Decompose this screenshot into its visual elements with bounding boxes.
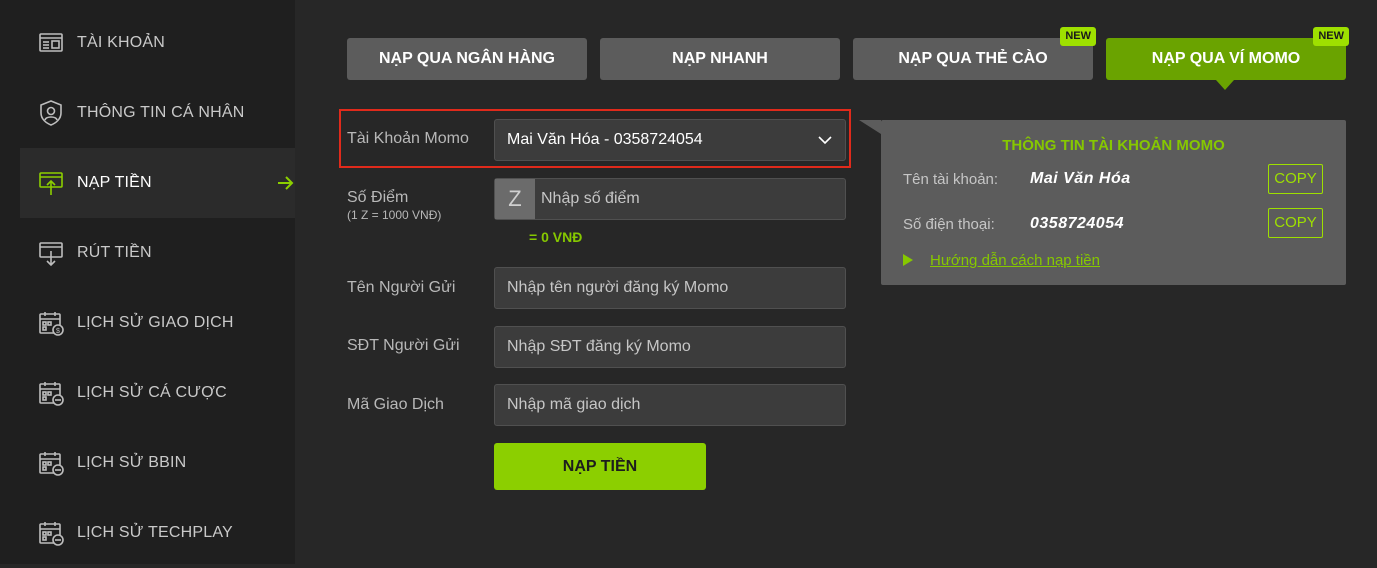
points-label: Số Điểm	[347, 189, 409, 206]
sidebar-item-transaction-history[interactable]: $ LỊCH SỬ GIAO DỊCH	[20, 288, 295, 358]
new-badge: NEW	[1313, 27, 1349, 46]
momo-account-value: Mai Văn Hóa - 0358724054	[507, 131, 703, 148]
sidebar-item-account[interactable]: TÀI KHOẢN	[20, 8, 295, 78]
deposit-icon	[39, 172, 63, 195]
deposit-submit-button[interactable]: NẠP TIỀN	[494, 443, 706, 490]
transaction-code-input[interactable]	[495, 385, 845, 425]
sidebar-item-withdraw[interactable]: RÚT TIỀN	[20, 218, 295, 288]
momo-info-panel: THÔNG TIN TÀI KHOẢN MOMO Tên tài khoản: …	[881, 120, 1346, 285]
transaction-code-label: Mã Giao Dịch	[347, 396, 444, 413]
account-name-value: Mai Văn Hóa	[1030, 170, 1131, 187]
sender-phone-label: SĐT Người Gửi	[347, 337, 460, 354]
sidebar-item-techplay-history[interactable]: LỊCH SỬ TECHPLAY	[20, 498, 295, 568]
svg-text:$: $	[56, 328, 60, 335]
tab-label: NẠP NHANH	[672, 50, 768, 67]
sidebar-item-label: NẠP TIỀN	[77, 174, 152, 191]
info-title: THÔNG TIN TÀI KHOẢN MOMO	[1002, 137, 1225, 154]
tab-scratch-card[interactable]: NẠP QUA THẺ CÀO NEW	[853, 27, 1096, 80]
momo-account-select[interactable]: Mai Văn Hóa - 0358724054	[494, 119, 846, 161]
tab-label: NẠP QUA VÍ MOMO	[1151, 50, 1301, 67]
sender-phone-field	[494, 326, 846, 368]
account-name-label: Tên tài khoản:	[903, 171, 999, 188]
sender-name-field	[494, 267, 846, 309]
sidebar-item-label: LỊCH SỬ TECHPLAY	[77, 524, 233, 541]
sender-name-input[interactable]	[495, 268, 845, 308]
new-badge: NEW	[1060, 27, 1096, 46]
info-panel-notch	[859, 120, 881, 134]
points-field: Z	[494, 178, 846, 220]
points-rate-label: (1 Z = 1000 VNĐ)	[347, 208, 442, 222]
tab-momo[interactable]: NẠP QUA VÍ MOMO NEW	[1106, 27, 1349, 80]
account-icon	[39, 33, 63, 52]
sidebar-item-label: LỊCH SỬ CÁ CƯỢC	[77, 384, 227, 401]
tab-bank[interactable]: NẠP QUA NGÂN HÀNG	[347, 38, 587, 80]
copy-name-button[interactable]: COPY	[1268, 164, 1323, 194]
sidebar-item-label: THÔNG TIN CÁ NHÂN	[77, 104, 245, 121]
tab-label: NẠP QUA NGÂN HÀNG	[378, 50, 555, 67]
chevron-down-icon	[818, 136, 832, 145]
transaction-code-field	[494, 384, 846, 426]
profile-shield-icon	[40, 100, 62, 126]
sidebar-item-label: LỊCH SỬ BBIN	[77, 454, 187, 471]
sender-name-label: Tên Người Gửi	[347, 279, 456, 296]
points-currency-prefix: Z	[495, 179, 535, 219]
sidebar-item-bet-history[interactable]: LỊCH SỬ CÁ CƯỢC	[20, 358, 295, 428]
calendar-icon: $	[39, 312, 64, 336]
sidebar-item-label: TÀI KHOẢN	[77, 34, 166, 51]
tab-quick[interactable]: NẠP NHANH	[600, 38, 840, 80]
deposit-guide-link[interactable]: Hướng dẫn cách nạp tiền	[930, 252, 1100, 269]
points-input[interactable]	[495, 179, 845, 219]
sidebar-item-label: RÚT TIỀN	[77, 244, 152, 261]
tab-label: NẠP QUA THẺ CÀO	[898, 50, 1048, 67]
copy-phone-button[interactable]: COPY	[1268, 208, 1323, 238]
withdraw-icon	[39, 242, 63, 267]
sender-phone-input[interactable]	[495, 327, 845, 367]
sidebar-item-bbin-history[interactable]: LỊCH SỬ BBIN	[20, 428, 295, 498]
calendar-icon	[39, 382, 64, 406]
points-conversion: = 0 VNĐ	[529, 229, 583, 245]
sidebar: TÀI KHOẢN THÔNG TIN CÁ NHÂN NẠP TIỀN RÚT…	[0, 0, 295, 564]
active-tab-pointer	[1216, 80, 1234, 90]
calendar-icon	[39, 522, 64, 546]
phone-value: 0358724054	[1030, 215, 1124, 232]
phone-label: Số điện thoại:	[903, 216, 995, 233]
sidebar-item-deposit[interactable]: NẠP TIỀN	[20, 148, 295, 218]
sidebar-item-label: LỊCH SỬ GIAO DỊCH	[77, 314, 234, 331]
play-icon	[903, 254, 913, 266]
sidebar-item-profile[interactable]: THÔNG TIN CÁ NHÂN	[20, 78, 295, 148]
calendar-icon	[39, 452, 64, 476]
momo-account-label: Tài Khoản Momo	[347, 130, 469, 147]
arrow-right-icon	[278, 176, 294, 190]
